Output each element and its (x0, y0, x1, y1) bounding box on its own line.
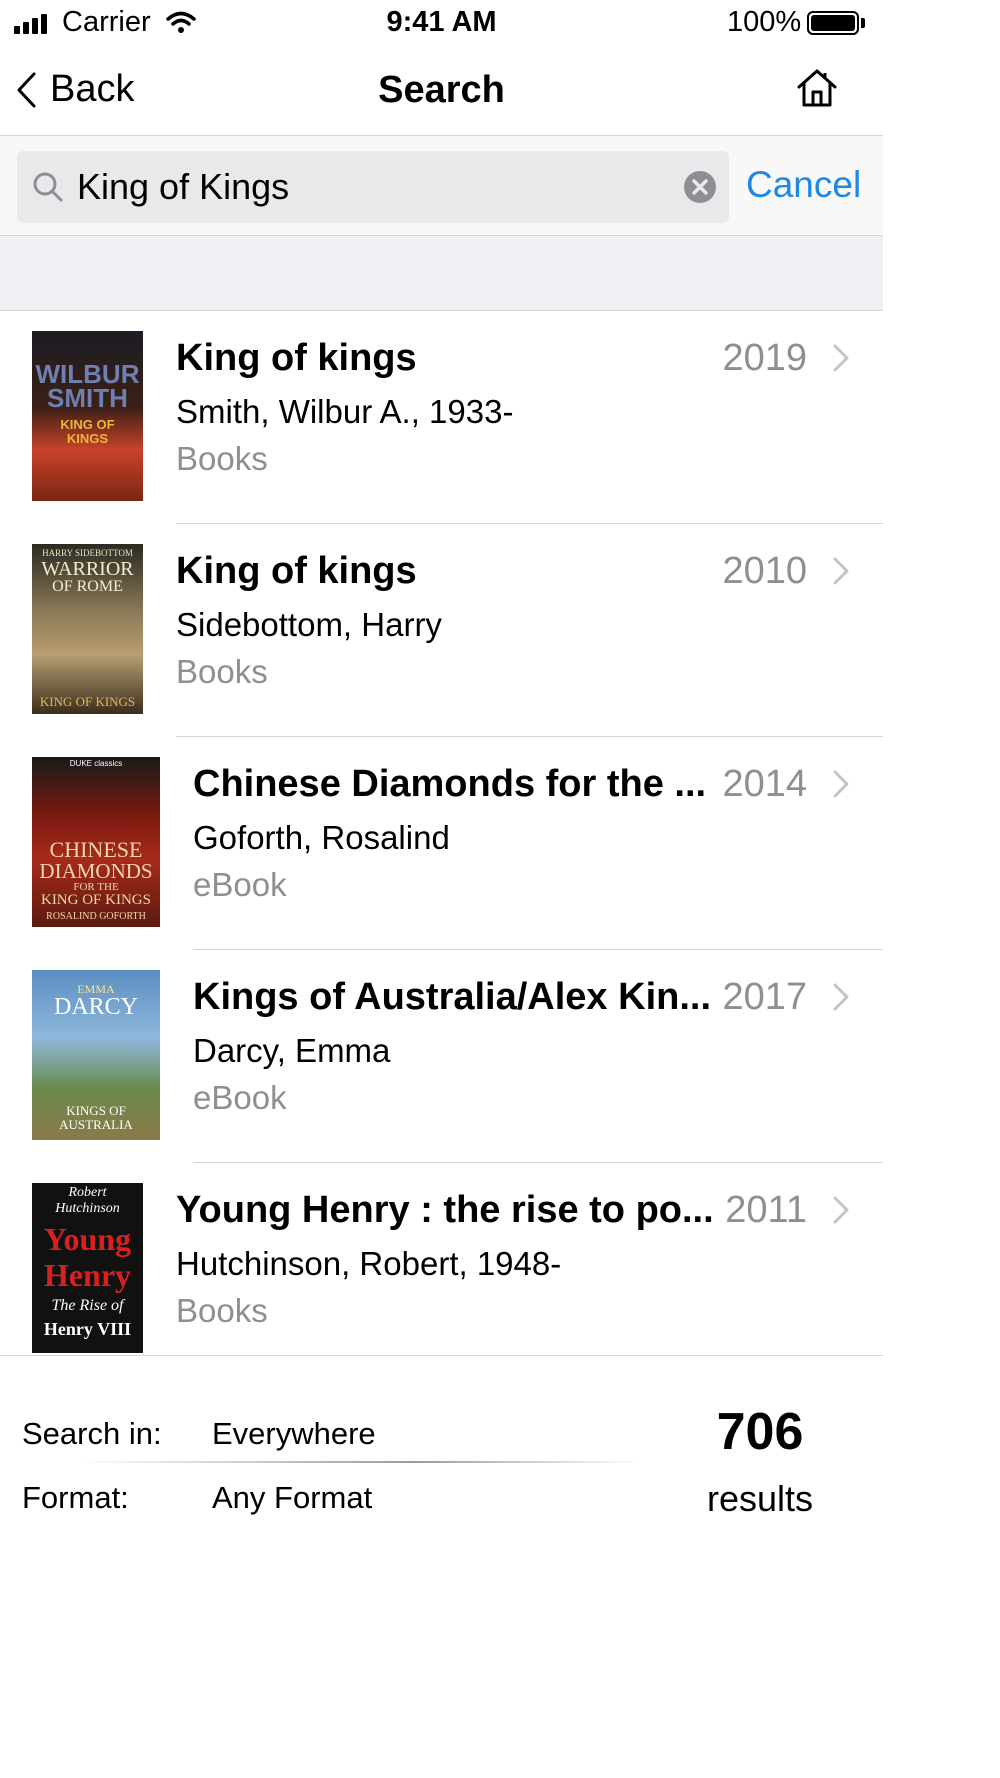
book-cover-image: EMMA DARCY KINGS OF AUSTRALIA (32, 970, 160, 1140)
search-icon (33, 172, 63, 202)
status-bar: Carrier 9:41 AM 100% (0, 0, 883, 50)
chevron-right-icon (833, 983, 849, 1011)
cover-text: KING OF KINGS (40, 892, 151, 908)
results-count: 706 (716, 1403, 804, 1461)
search-in-value[interactable]: Everywhere (212, 1416, 376, 1452)
cover-text: KING OF (60, 417, 115, 432)
cover-text: OF ROME (52, 578, 123, 595)
search-field[interactable] (17, 151, 729, 223)
result-author: Sidebottom, Harry (176, 606, 442, 643)
result-title: King of kings (176, 337, 417, 379)
result-year: 2010 (722, 550, 807, 592)
result-row[interactable]: Robert Hutchinson Young Henry The Rise o… (0, 1163, 883, 1376)
cover-text: Henry VIII (43, 1319, 132, 1339)
result-title: King of kings (176, 550, 417, 592)
cover-text: Young (43, 1221, 132, 1257)
result-row[interactable]: DUKE classics CHINESE DIAMONDS FOR THE K… (0, 737, 883, 950)
result-author: Goforth, Rosalind (193, 819, 450, 856)
home-icon[interactable] (796, 68, 838, 108)
result-format: eBook (193, 866, 287, 903)
result-year: 2019 (722, 337, 807, 379)
result-author: Hutchinson, Robert, 1948- (176, 1245, 562, 1282)
result-title: Kings of Australia/Alex Kin... (193, 976, 712, 1018)
results-count-label: results (706, 1478, 814, 1519)
search-in-label: Search in: (22, 1416, 162, 1451)
cover-text: Hutchinson (55, 1201, 120, 1216)
result-row[interactable]: EMMA DARCY KINGS OF AUSTRALIA Kings of A… (0, 950, 883, 1163)
result-format: Books (176, 1292, 268, 1329)
chevron-right-icon (833, 770, 849, 798)
cover-text: HARRY SIDEBOTTOM (42, 548, 133, 558)
format-label: Format: (22, 1480, 129, 1515)
search-input[interactable] (77, 159, 677, 215)
chevron-right-icon (833, 1196, 849, 1224)
result-title: Chinese Diamonds for the ... (193, 763, 707, 805)
battery-icon (807, 11, 859, 35)
result-format: Books (176, 653, 268, 690)
cover-text: Henry (43, 1257, 132, 1293)
cover-text: KING OF KINGS (39, 694, 136, 709)
cover-text: DUKE classics (69, 759, 123, 768)
book-cover-image: HARRY SIDEBOTTOM WARRIOR OF ROME KING OF… (32, 544, 143, 714)
book-cover-image: DUKE classics CHINESE DIAMONDS FOR THE K… (32, 757, 160, 927)
clear-search-button[interactable] (684, 171, 716, 203)
book-cover-image: WILBUR SMITH KING OF KINGS (32, 331, 143, 501)
cover-text: ROSALIND GOFORTH (46, 911, 146, 922)
screen: Carrier 9:41 AM 100% Back Search King of… (0, 0, 883, 1778)
result-author: Darcy, Emma (193, 1032, 391, 1069)
book-cover-image: Robert Hutchinson Young Henry The Rise o… (32, 1183, 143, 1353)
cover-text: AUSTRALIA (59, 1117, 133, 1132)
cover-text: Robert (68, 1185, 107, 1200)
battery-percentage: 100% (727, 6, 802, 38)
result-format: Books (176, 440, 268, 477)
navigation-bar: Back Search (0, 50, 883, 136)
close-icon (692, 179, 708, 195)
page-title: Search (378, 69, 505, 111)
chevron-right-icon (833, 557, 849, 585)
result-row[interactable]: HARRY SIDEBOTTOM WARRIOR OF ROME KING OF… (0, 524, 883, 737)
cover-text: DARCY (53, 994, 138, 1020)
results-header-spacer (0, 236, 883, 311)
filter-divider (80, 1461, 640, 1463)
result-year: 2014 (722, 763, 807, 805)
result-author: Smith, Wilbur A., 1933- (176, 393, 514, 430)
result-year: 2017 (722, 976, 807, 1018)
cancel-button[interactable]: Cancel (746, 164, 861, 206)
format-value[interactable]: Any Format (212, 1480, 372, 1516)
result-year: 2011 (725, 1189, 807, 1231)
result-format: eBook (193, 1079, 287, 1116)
chevron-right-icon (833, 344, 849, 372)
cover-text: The Rise of (51, 1297, 124, 1314)
cover-text: SMITH (47, 383, 128, 413)
battery-cap (861, 18, 865, 28)
result-row[interactable]: WILBUR SMITH KING OF KINGS King of kings… (0, 311, 883, 524)
cover-text: KINGS (66, 431, 109, 446)
result-title: Young Henry : the rise to po... (176, 1189, 714, 1231)
